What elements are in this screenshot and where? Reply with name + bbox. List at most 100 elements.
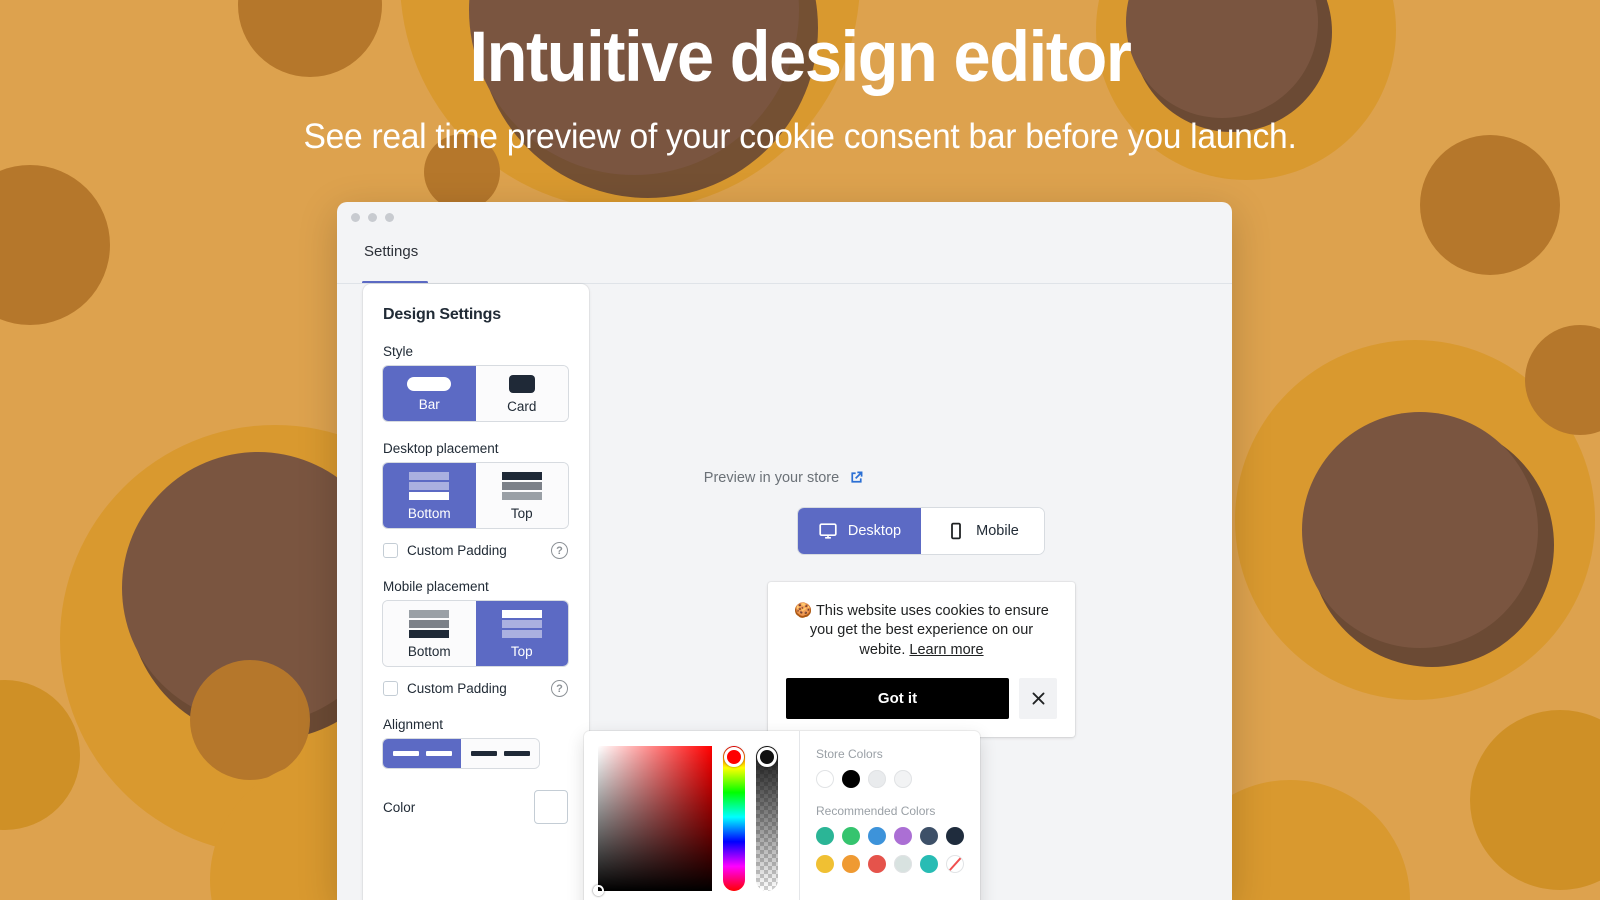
preview-in-store-link[interactable]: Preview in your store	[337, 469, 1232, 486]
recommended-color-swatch[interactable]	[816, 855, 834, 873]
mobile-custom-padding-label: Custom Padding	[407, 681, 507, 696]
style-option-bar-label: Bar	[418, 397, 440, 412]
cookie-actions: Got it	[786, 678, 1057, 720]
recommended-colors-row-1	[816, 827, 964, 845]
page-subtitle: See real time preview of your cookie con…	[303, 117, 1297, 156]
color-picker-main: #111111 hex	[584, 731, 800, 900]
recommended-color-swatch[interactable]	[946, 827, 964, 845]
window-minimize-dot[interactable]	[368, 212, 377, 222]
color-field-row: Color	[383, 790, 568, 824]
placement-top-icon	[501, 610, 542, 638]
recommended-color-swatch[interactable]	[868, 827, 886, 845]
alignment-option-center[interactable]	[461, 739, 539, 768]
recommended-colors-row-2	[816, 855, 964, 873]
device-preview-toggle: Desktop Mobile	[798, 508, 1044, 554]
alignment-label: Alignment	[383, 717, 444, 732]
store-colors-title: Store Colors	[816, 747, 883, 761]
mobile-custom-padding-checkbox[interactable]	[383, 681, 398, 696]
external-link-icon	[851, 471, 863, 483]
align-left-icon	[425, 751, 452, 756]
monitor-icon	[819, 523, 837, 539]
learn-more-link[interactable]: Learn more	[909, 642, 983, 658]
page-title: Intuitive design editor	[469, 18, 1132, 97]
app-window: Settings Design Settings Style Bar Card …	[337, 202, 1232, 900]
align-center-icon	[470, 751, 497, 756]
design-settings-panel: Design Settings Style Bar Card Desktop p…	[363, 284, 589, 900]
cookie-emoji-icon: 🍪	[794, 603, 813, 619]
cookie-message: 🍪 This website uses cookies to ensure yo…	[786, 602, 1057, 660]
desktop-placement-bottom-label: Bottom	[407, 506, 451, 521]
recommended-color-swatch[interactable]	[842, 827, 860, 845]
cookie-close-button[interactable]	[1019, 678, 1057, 720]
store-color-swatch[interactable]	[868, 770, 886, 788]
device-option-mobile[interactable]: Mobile	[921, 508, 1044, 554]
cookie-consent-preview: 🍪 This website uses cookies to ensure yo…	[768, 582, 1075, 738]
desktop-custom-padding-row: Custom Padding ?	[383, 542, 568, 559]
style-option-bar[interactable]: Bar	[383, 366, 476, 421]
align-center-icon	[503, 751, 530, 756]
hue-slider-handle[interactable]	[724, 747, 744, 767]
window-maximize-dot[interactable]	[385, 212, 394, 222]
hero-section: Intuitive design editor See real time pr…	[0, 0, 1600, 157]
color-swatch-button[interactable]	[534, 790, 568, 824]
tab-bar: Settings	[337, 232, 1232, 284]
recommended-colors-title: Recommended Colors	[816, 804, 936, 818]
color-label: Color	[383, 799, 416, 815]
align-left-icon	[392, 751, 419, 756]
saturation-brightness-field[interactable]	[593, 746, 712, 896]
help-icon[interactable]: ?	[551, 542, 568, 559]
alpha-slider[interactable]	[756, 746, 778, 891]
close-icon	[1032, 692, 1044, 705]
device-option-mobile-label: Mobile	[976, 523, 1019, 539]
color-picker-presets: Store Colors Recommended Colors	[800, 731, 980, 900]
mobile-placement-bottom[interactable]: Bottom	[383, 601, 476, 666]
mobile-placement-top[interactable]: Top	[475, 601, 568, 666]
style-option-card[interactable]: Card	[475, 366, 568, 421]
phone-icon	[951, 522, 962, 540]
store-color-swatch[interactable]	[816, 770, 834, 788]
alignment-option-left[interactable]	[383, 739, 461, 768]
window-titlebar	[337, 202, 1232, 232]
style-label: Style	[383, 344, 414, 359]
desktop-placement-label: Desktop placement	[383, 441, 499, 456]
recommended-color-swatch[interactable]	[894, 855, 912, 873]
mobile-placement-control: Bottom Top	[383, 601, 568, 666]
card-shape-icon	[508, 375, 535, 393]
window-close-dot[interactable]	[351, 212, 360, 222]
store-color-swatch[interactable]	[842, 770, 860, 788]
color-picker-popover: #111111 hex Store Colors Recommended Col…	[584, 731, 980, 900]
preview-in-store-label: Preview in your store	[703, 469, 840, 486]
window-body: Design Settings Style Bar Card Desktop p…	[337, 284, 1232, 900]
placement-bottom-icon	[409, 610, 450, 638]
style-segmented-control: Bar Card	[383, 366, 568, 421]
desktop-custom-padding-label: Custom Padding	[407, 543, 507, 558]
got-it-button[interactable]: Got it	[786, 678, 1009, 720]
recommended-color-swatch[interactable]	[894, 827, 912, 845]
panel-title: Design Settings	[383, 306, 501, 323]
alpha-slider-handle[interactable]	[757, 747, 777, 767]
alignment-control	[383, 739, 539, 768]
recommended-color-swatch[interactable]	[920, 827, 938, 845]
device-option-desktop-label: Desktop	[847, 523, 902, 539]
device-option-desktop[interactable]: Desktop	[798, 508, 921, 554]
help-icon[interactable]: ?	[551, 680, 568, 697]
mobile-placement-top-label: Top	[510, 644, 533, 659]
recommended-color-swatch[interactable]	[920, 855, 938, 873]
recommended-color-swatch[interactable]	[842, 855, 860, 873]
recommended-color-swatch[interactable]	[868, 855, 886, 873]
style-option-card-label: Card	[507, 399, 537, 414]
bar-shape-icon	[407, 377, 452, 391]
tab-settings[interactable]: Settings	[364, 232, 418, 260]
mobile-placement-bottom-label: Bottom	[407, 644, 451, 659]
hue-slider[interactable]	[723, 746, 745, 891]
mobile-placement-label: Mobile placement	[383, 579, 489, 594]
store-color-swatch[interactable]	[894, 770, 912, 788]
color-picker-sliders	[584, 731, 799, 900]
mobile-custom-padding-row: Custom Padding ?	[383, 680, 568, 697]
desktop-placement-top-label: Top	[510, 506, 533, 521]
desktop-custom-padding-checkbox[interactable]	[383, 543, 398, 558]
saturation-handle[interactable]	[593, 885, 604, 896]
no-color-swatch[interactable]	[946, 855, 964, 873]
recommended-color-swatch[interactable]	[816, 827, 834, 845]
store-colors-row	[816, 770, 964, 788]
